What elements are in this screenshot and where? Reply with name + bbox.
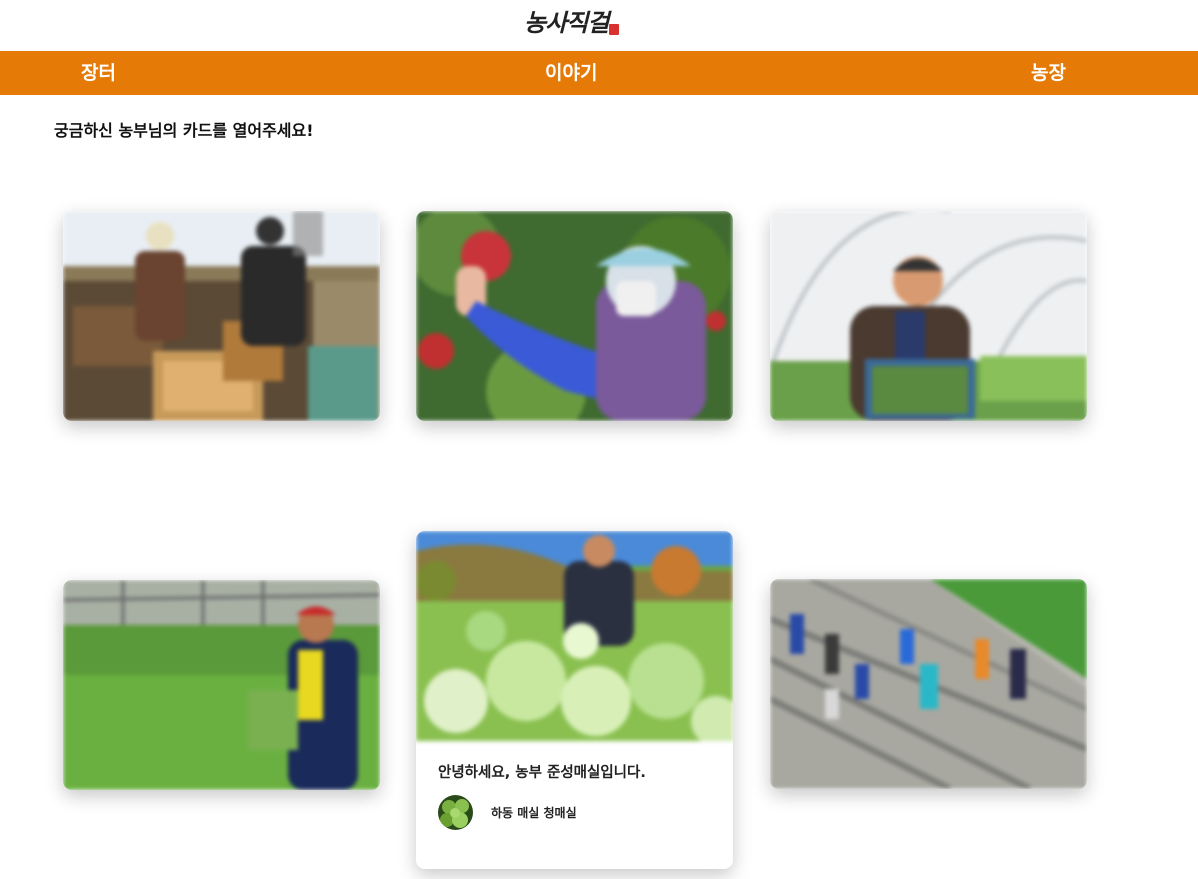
greenhouse-crate-photo bbox=[770, 211, 1087, 421]
card-body: 안녕하세요, 농부 준성매실입니다. 하동 매실 청매실 bbox=[416, 741, 733, 830]
farm-name: 하동 매실 청매실 bbox=[491, 806, 577, 820]
farmer-card[interactable] bbox=[770, 211, 1087, 421]
apple-picker-photo bbox=[416, 211, 733, 421]
farmer-card[interactable] bbox=[63, 580, 380, 790]
farmer-card[interactable] bbox=[63, 211, 380, 421]
green-plum-avatar bbox=[438, 795, 473, 830]
farmer-photo bbox=[416, 531, 733, 741]
main-nav: 장터 이야기 농장 bbox=[0, 51, 1198, 95]
farmer-photo bbox=[63, 580, 380, 790]
farmer-card[interactable] bbox=[770, 579, 1087, 789]
beekeepers-photo bbox=[63, 211, 380, 421]
nav-item-farm[interactable]: 농장 bbox=[1031, 51, 1066, 95]
farmer-card-expanded[interactable]: 안녕하세요, 농부 준성매실입니다. 하동 매실 청매실 bbox=[416, 531, 733, 869]
farmer-photo bbox=[416, 211, 733, 421]
nav-item-market[interactable]: 장터 bbox=[81, 51, 116, 95]
farmer-photo bbox=[770, 579, 1087, 789]
farmer-card[interactable] bbox=[416, 211, 733, 421]
farmer-photo bbox=[770, 211, 1087, 421]
header: 농사직걸 bbox=[0, 0, 1198, 51]
logo-text: 농사직걸 bbox=[524, 8, 609, 37]
logo-seal-icon bbox=[609, 24, 620, 35]
card-greeting: 안녕하세요, 농부 준성매실입니다. bbox=[438, 765, 646, 781]
cabbage-harvest-photo bbox=[416, 531, 733, 741]
site-logo[interactable]: 농사직걸 bbox=[524, 8, 620, 38]
card-meta: 하동 매실 청매실 bbox=[438, 795, 711, 830]
nav-item-stories[interactable]: 이야기 bbox=[545, 51, 597, 95]
greenhouse-field-photo bbox=[63, 580, 380, 790]
farmer-photo bbox=[63, 211, 380, 421]
plum-icon bbox=[438, 795, 473, 830]
group-field-photo bbox=[770, 579, 1087, 789]
intro-text: 궁금하신 농부님의 카드를 열어주세요! bbox=[54, 121, 314, 140]
